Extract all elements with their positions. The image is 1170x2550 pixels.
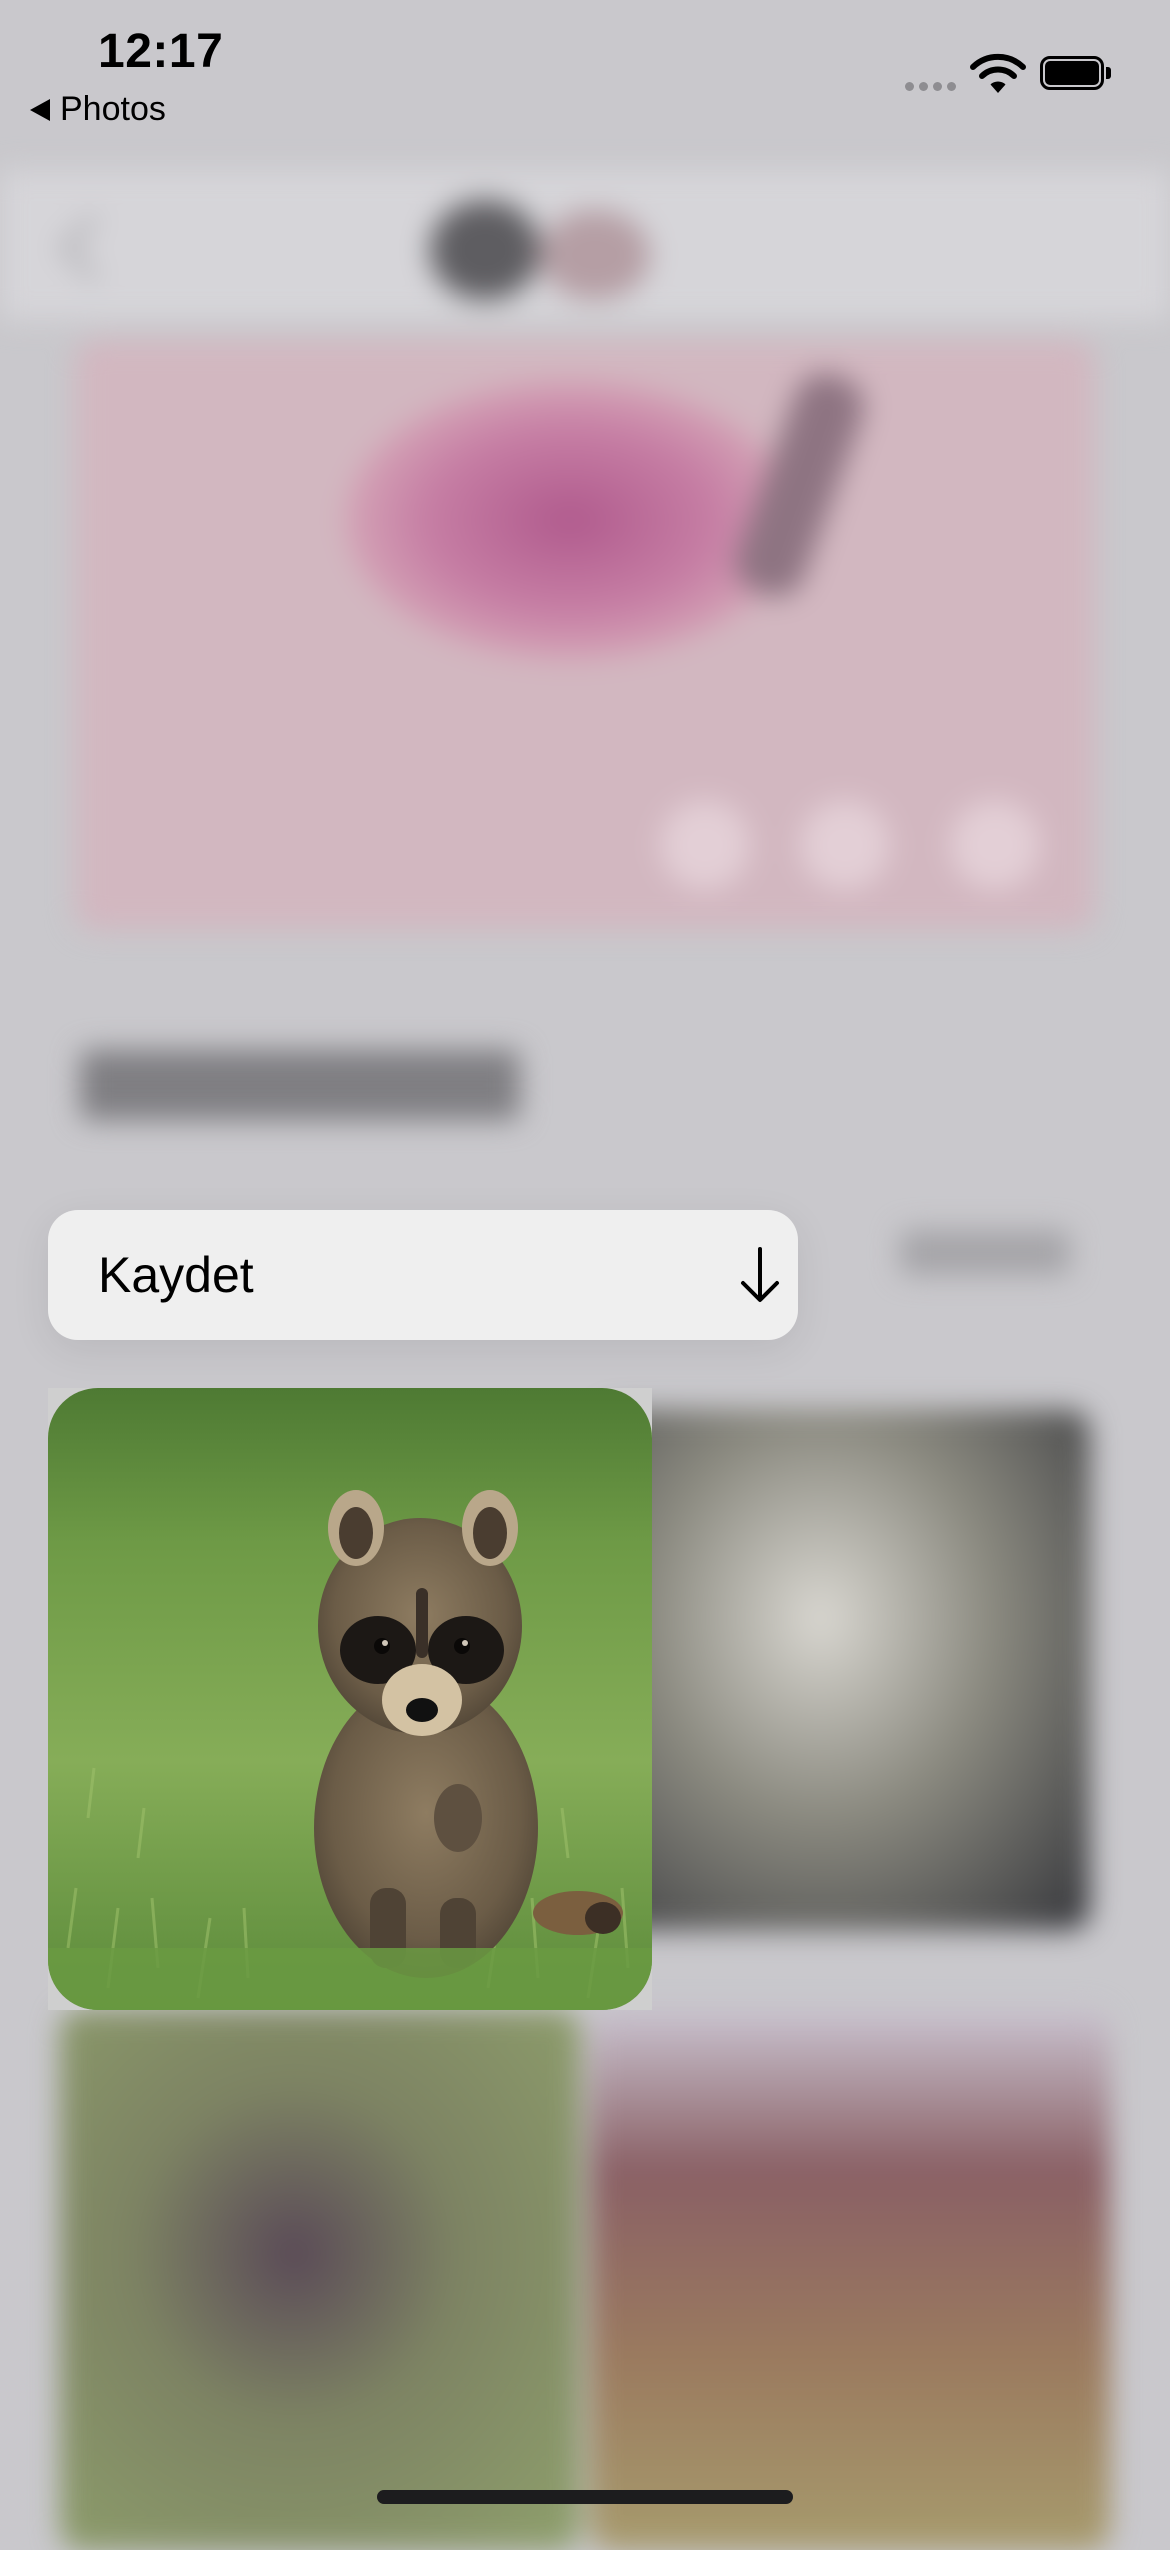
background-section-title (80, 1050, 520, 1120)
wifi-icon (970, 53, 1026, 93)
background-logo (420, 190, 660, 300)
background-tile (590, 2010, 1110, 2550)
back-triangle-icon (30, 98, 50, 121)
battery-icon (1040, 56, 1111, 92)
background-page-dot (950, 800, 1040, 890)
background-tile (60, 2010, 580, 2550)
back-to-app-button[interactable]: Photos (30, 90, 166, 129)
context-menu: Kaydet (48, 1210, 798, 1340)
background-section-link (900, 1230, 1070, 1275)
preview-frame (48, 1388, 652, 2010)
status-time: 12:17 (98, 25, 224, 78)
status-bar: 12:17 Photos (0, 0, 1170, 140)
raccoon-photo[interactable] (48, 1388, 652, 2010)
back-to-app-label: Photos (60, 90, 166, 128)
save-menu-label: Kaydet (98, 1247, 254, 1303)
background-banner (75, 340, 1095, 930)
home-indicator[interactable] (377, 2490, 793, 2504)
background-page-dot (660, 800, 750, 890)
background-page-dot (800, 800, 890, 890)
download-arrow-icon (741, 1247, 779, 1302)
cellular-signal-icon (905, 82, 956, 91)
background-eagle-tile (600, 1410, 1090, 1930)
